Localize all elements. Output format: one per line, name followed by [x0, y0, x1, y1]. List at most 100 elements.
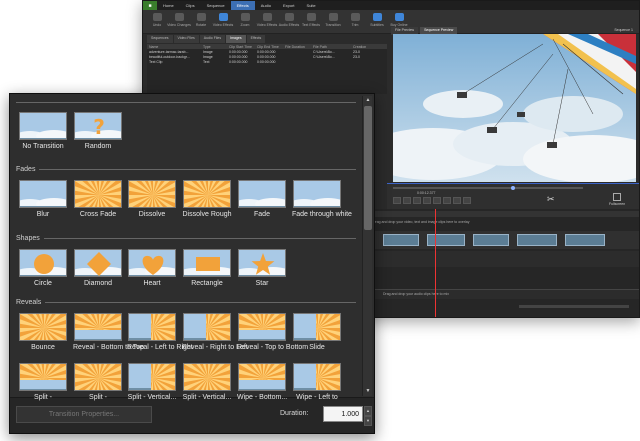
ribbon-button-label: Subtitles: [370, 23, 384, 27]
transition-split[interactable]: Split -: [18, 363, 68, 402]
timeline-clip[interactable]: [473, 234, 509, 246]
tab-audio-files[interactable]: Audio Files: [199, 35, 226, 43]
transition-dissolve-rough[interactable]: Dissolve Rough: [182, 180, 232, 219]
table-row[interactable]: beautiful-outdoor-backgr... Image 0:00:00.…: [147, 54, 387, 59]
transition-rectangle[interactable]: Rectangle: [182, 249, 232, 288]
transition-blur[interactable]: Blur: [18, 180, 68, 219]
no-transition-icon: [19, 112, 67, 140]
ribbon-button-undo[interactable]: Undo: [147, 13, 167, 33]
ribbon-button-subtitles[interactable]: Subtitles: [367, 13, 387, 33]
go-start-icon[interactable]: [393, 197, 401, 204]
ribbon-button-video-effects[interactable]: Video Effects: [213, 13, 233, 33]
transition-fade[interactable]: Fade: [237, 180, 287, 219]
ribbon-button-rotate[interactable]: Rotate: [191, 13, 211, 33]
section-divider: [39, 169, 356, 170]
transition-bounce[interactable]: Bounce: [18, 313, 68, 352]
tab-video-files[interactable]: Video Files: [173, 35, 199, 43]
transition-diamond[interactable]: Diamond: [73, 249, 123, 288]
transition-split-vertical[interactable]: Split - Vertical...: [127, 363, 177, 402]
spin-up-icon[interactable]: ▲: [364, 406, 372, 416]
column-header[interactable]: File Path: [313, 45, 353, 49]
reveal-left-to-right-thumbnail-icon: [128, 313, 176, 341]
fx-icon: [262, 13, 272, 21]
ribbon-button-audio-effects[interactable]: Audio Effects: [279, 13, 299, 33]
go-end-icon[interactable]: [443, 197, 451, 204]
transition-wipe-bottom[interactable]: Wipe - Bottom...: [237, 363, 287, 402]
scroll-up-icon[interactable]: ▲: [365, 97, 371, 103]
transition-label: Rectangle: [191, 280, 223, 287]
playhead[interactable]: [435, 209, 436, 317]
menu-item-home[interactable]: Home: [157, 1, 180, 10]
split-clip-icon[interactable]: ✂: [547, 194, 561, 206]
table-row[interactable]: Text Clip Text 0:00:00.000 0:00:00.000: [147, 59, 387, 64]
tab-effects[interactable]: Effects: [246, 35, 266, 43]
transition-circle[interactable]: Circle: [18, 249, 68, 288]
timeline-ruler[interactable]: [369, 211, 639, 217]
ribbon-button-trim[interactable]: Trim: [345, 13, 365, 33]
menu-item-export[interactable]: Export: [277, 1, 301, 10]
panel-scrollbar[interactable]: ▲ ▼: [362, 96, 372, 396]
play-icon[interactable]: [413, 197, 421, 204]
column-header[interactable]: Clip Start Time: [229, 45, 257, 49]
duration-spinner[interactable]: ▲ ▼: [364, 406, 372, 426]
timeline-clip[interactable]: [517, 234, 557, 246]
transition-icon: [328, 13, 338, 21]
column-header[interactable]: Creation: [353, 45, 383, 49]
scroll-thumb[interactable]: [364, 106, 372, 230]
buy-online-icon: [394, 13, 404, 21]
transition-split[interactable]: Split -: [73, 363, 123, 402]
fullscreen-button[interactable]: Fullscreen: [609, 193, 625, 206]
prev-frame-icon[interactable]: [403, 197, 411, 204]
transition-random[interactable]: ? Random: [73, 112, 123, 151]
video-track-2[interactable]: [369, 251, 639, 267]
transition-label: Split - Vertical...: [182, 394, 232, 401]
menu-item-audio[interactable]: Audio: [255, 1, 277, 10]
transition-cross-fade[interactable]: Cross Fade: [73, 180, 123, 219]
column-header[interactable]: Clip End Time: [257, 45, 285, 49]
transition-slide[interactable]: Slide: [292, 313, 342, 352]
split-icon[interactable]: [453, 197, 461, 204]
transition-star[interactable]: Star: [237, 249, 287, 288]
ribbon-button-text-effects[interactable]: Text Effects: [301, 13, 321, 33]
transition-fade-through-white[interactable]: Fade through white: [292, 180, 352, 219]
transition-label: Reveal - Left to Right: [127, 344, 193, 351]
transition-reveal-left-to-right[interactable]: Reveal - Left to Right: [127, 313, 193, 352]
transition-reveal-top-to-bottom[interactable]: Reveal - Top to Bottom: [237, 313, 308, 352]
menu-item-clips[interactable]: Clips: [180, 1, 201, 10]
app-logo-icon[interactable]: ■: [143, 1, 157, 10]
ribbon-button-transition[interactable]: Transition: [323, 13, 343, 33]
timeline-clip[interactable]: [565, 234, 605, 246]
scroll-down-icon[interactable]: ▼: [365, 388, 371, 394]
transition-no-transition[interactable]: No Transition: [18, 112, 68, 151]
playback-knob[interactable]: [510, 186, 515, 190]
transition-reveal-right-to-left[interactable]: Reveal - Right to Left: [182, 313, 248, 352]
menu-item-sequence[interactable]: Sequence: [201, 1, 231, 10]
transition-heart[interactable]: Heart: [127, 249, 177, 288]
transition-label: Dissolve Rough: [182, 211, 232, 218]
table-row[interactable]: adventure-tarmac-tarab... Image 0:00:00.00…: [147, 49, 387, 54]
column-header[interactable]: Name: [147, 45, 203, 49]
ribbon-button-video-effects[interactable]: Video Effects: [257, 13, 277, 33]
column-header[interactable]: Type: [203, 45, 229, 49]
transition-split-vertical[interactable]: Split - Vertical...: [182, 363, 232, 402]
next-frame-icon[interactable]: [433, 197, 441, 204]
ribbon-button-video-changes[interactable]: Video Changes: [167, 13, 191, 33]
stop-icon[interactable]: [423, 197, 431, 204]
ribbon-button-zoom[interactable]: Zoom: [235, 13, 255, 33]
timeline-zoom-slider[interactable]: [519, 305, 629, 308]
timeline-clip[interactable]: [427, 234, 465, 246]
loop-icon[interactable]: [463, 197, 471, 204]
tab-images[interactable]: Images: [226, 35, 246, 43]
menu-item-effects[interactable]: Effects: [230, 1, 255, 10]
transition-wipe-left-to[interactable]: Wipe - Left to: [292, 363, 342, 402]
timeline-clip[interactable]: [383, 234, 419, 246]
tab-sequences[interactable]: Sequences: [147, 35, 173, 43]
transition-reveal-bottom-to-top[interactable]: Reveal - Bottom to Top: [73, 313, 144, 352]
duration-input[interactable]: [323, 406, 363, 422]
spin-down-icon[interactable]: ▼: [364, 416, 372, 426]
column-header[interactable]: File Duration: [285, 45, 313, 49]
transition-properties-button[interactable]: Transition Properties...: [16, 406, 152, 423]
playback-progress[interactable]: [393, 186, 583, 190]
transition-dissolve[interactable]: Dissolve: [127, 180, 177, 219]
menu-item-suite[interactable]: Suite: [301, 1, 322, 10]
